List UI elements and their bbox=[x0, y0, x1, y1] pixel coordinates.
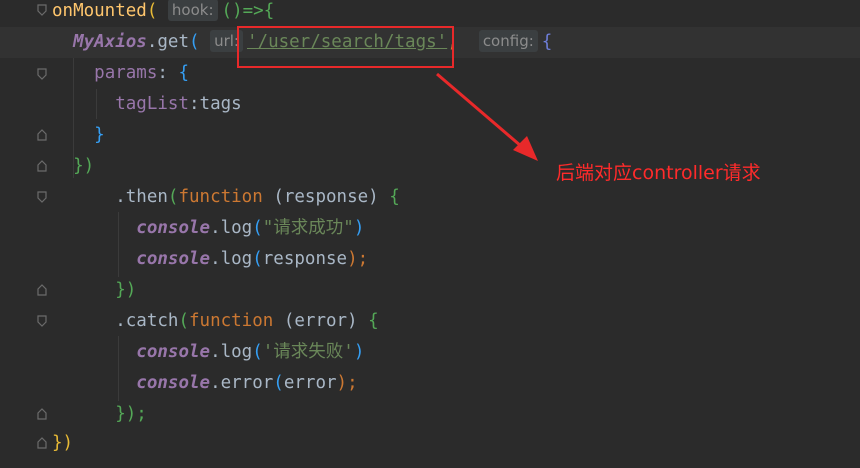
annotation-text: 后端对应controller请求 bbox=[556, 162, 761, 184]
annotation-arrow-icon bbox=[436, 72, 538, 161]
